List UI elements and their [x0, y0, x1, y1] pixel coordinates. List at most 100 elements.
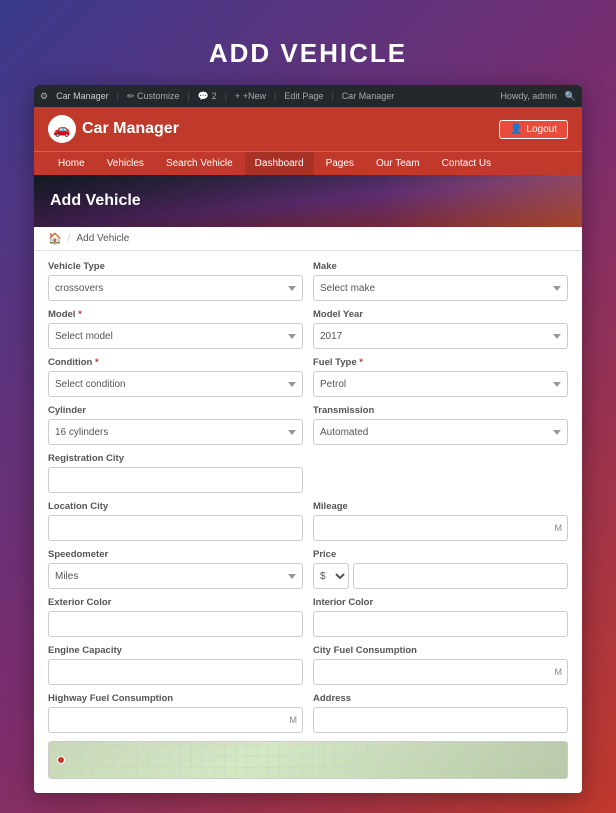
- site-logo: 🚗 Car Manager: [48, 115, 179, 143]
- speedometer-label: Speedometer: [48, 549, 303, 560]
- fuel-type-group: Fuel Type * Petrol: [313, 357, 568, 397]
- admin-bar-editpage[interactable]: Edit Page: [284, 91, 323, 101]
- highway-fuel-label: Highway Fuel Consumption: [48, 693, 303, 704]
- admin-bar-search-icon[interactable]: 🔍: [565, 91, 576, 102]
- map-placeholder: [48, 741, 568, 779]
- admin-bar-comments[interactable]: 💬 2: [198, 91, 217, 102]
- cylinder-group: Cylinder 16 cylinders: [48, 405, 303, 445]
- site-navigation: Home Vehicles Search Vehicle Dashboard P…: [34, 151, 582, 175]
- logout-button[interactable]: 👤 Logout: [499, 120, 568, 139]
- admin-bar-carmanager[interactable]: Car Manager: [342, 91, 395, 101]
- hero-banner: Add Vehicle: [34, 175, 582, 227]
- fuel-type-select[interactable]: Petrol: [313, 371, 568, 397]
- price-input[interactable]: [353, 563, 568, 589]
- mileage-input-wrapper: M: [313, 515, 568, 541]
- city-fuel-input[interactable]: [313, 659, 568, 685]
- vehicle-type-select[interactable]: crossovers: [48, 275, 303, 301]
- location-city-label: Location City: [48, 501, 303, 512]
- vehicle-type-label: Vehicle Type: [48, 261, 303, 272]
- cylinder-select[interactable]: 16 cylinders: [48, 419, 303, 445]
- exterior-color-label: Exterior Color: [48, 597, 303, 608]
- form-row-4: Cylinder 16 cylinders Transmission Autom…: [48, 405, 568, 445]
- admin-bar-site[interactable]: Car Manager: [56, 91, 109, 101]
- address-label: Address: [313, 693, 568, 704]
- interior-color-label: Interior Color: [313, 597, 568, 608]
- highway-fuel-input[interactable]: [48, 707, 303, 733]
- logo-icon: 🚗: [48, 115, 76, 143]
- admin-bar-customize[interactable]: ✏ Customize: [127, 91, 180, 102]
- nav-contact-us[interactable]: Contact Us: [432, 152, 501, 175]
- nav-pages[interactable]: Pages: [316, 152, 364, 175]
- highway-fuel-input-wrapper: M: [48, 707, 303, 733]
- transmission-select[interactable]: Automated: [313, 419, 568, 445]
- price-label: Price: [313, 549, 568, 560]
- form-row-8: Exterior Color Interior Color: [48, 597, 568, 637]
- exterior-color-input[interactable]: [48, 611, 303, 637]
- vehicle-type-group: Vehicle Type crossovers: [48, 261, 303, 301]
- highway-fuel-group: Highway Fuel Consumption M: [48, 693, 303, 733]
- model-year-select[interactable]: 2017: [313, 323, 568, 349]
- form-row-7: Speedometer Miles Price $: [48, 549, 568, 589]
- admin-bar-sep2: |: [188, 91, 190, 101]
- breadcrumb-current: Add Vehicle: [76, 233, 129, 244]
- form-row-5: Registration City: [48, 453, 568, 493]
- model-label: Model *: [48, 309, 303, 320]
- map-inner: [49, 742, 567, 778]
- page-title: ADD VEHICLE: [0, 38, 616, 69]
- nav-our-team[interactable]: Our Team: [366, 152, 430, 175]
- interior-color-input[interactable]: [313, 611, 568, 637]
- registration-city-input[interactable]: [48, 467, 303, 493]
- location-city-group: Location City: [48, 501, 303, 541]
- form-row-1: Vehicle Type crossovers Make Select make: [48, 261, 568, 301]
- logo-car-icon: 🚗: [53, 121, 70, 138]
- cylinder-label: Cylinder: [48, 405, 303, 416]
- nav-search-vehicle[interactable]: Search Vehicle: [156, 152, 243, 175]
- registration-city-label: Registration City: [48, 453, 303, 464]
- nav-vehicles[interactable]: Vehicles: [97, 152, 154, 175]
- admin-bar-new[interactable]: + +New: [235, 91, 266, 101]
- price-group: Price $: [313, 549, 568, 589]
- form-row-2: Model * Select model Model Year 2017: [48, 309, 568, 349]
- mileage-input[interactable]: [313, 515, 568, 541]
- admin-bar-sep4: |: [274, 91, 276, 101]
- admin-bar-sep5: |: [331, 91, 333, 101]
- form-row-3: Condition * Select condition Fuel Type *…: [48, 357, 568, 397]
- model-year-label: Model Year: [313, 309, 568, 320]
- make-select[interactable]: Select make: [313, 275, 568, 301]
- city-fuel-input-wrapper: M: [313, 659, 568, 685]
- breadcrumb-home-icon[interactable]: 🏠: [48, 232, 62, 245]
- address-input[interactable]: [313, 707, 568, 733]
- site-header: 🚗 Car Manager 👤 Logout: [34, 107, 582, 151]
- fuel-type-label: Fuel Type *: [313, 357, 568, 368]
- nav-dashboard[interactable]: Dashboard: [245, 152, 314, 175]
- transmission-group: Transmission Automated: [313, 405, 568, 445]
- speedometer-select[interactable]: Miles: [48, 563, 303, 589]
- wp-icon: ⚙: [40, 91, 48, 102]
- city-fuel-label: City Fuel Consumption: [313, 645, 568, 656]
- model-year-group: Model Year 2017: [313, 309, 568, 349]
- exterior-color-group: Exterior Color: [48, 597, 303, 637]
- breadcrumb: 🏠 / Add Vehicle: [34, 227, 582, 251]
- model-group: Model * Select model: [48, 309, 303, 349]
- mileage-label: Mileage: [313, 501, 568, 512]
- condition-select[interactable]: Select condition: [48, 371, 303, 397]
- nav-home[interactable]: Home: [48, 152, 95, 175]
- speedometer-group: Speedometer Miles: [48, 549, 303, 589]
- registration-city-group: Registration City: [48, 453, 303, 493]
- city-fuel-group: City Fuel Consumption M: [313, 645, 568, 685]
- browser-window: ⚙ Car Manager | ✏ Customize | 💬 2 | + +N…: [34, 85, 582, 793]
- map-pin-icon: [57, 756, 65, 764]
- location-city-input[interactable]: [48, 515, 303, 541]
- make-label: Make: [313, 261, 568, 272]
- model-select[interactable]: Select model: [48, 323, 303, 349]
- interior-color-group: Interior Color: [313, 597, 568, 637]
- add-vehicle-form: Vehicle Type crossovers Make Select make…: [34, 251, 582, 793]
- condition-label: Condition *: [48, 357, 303, 368]
- condition-group: Condition * Select condition: [48, 357, 303, 397]
- price-currency-select[interactable]: $: [313, 563, 349, 589]
- page-title-section: ADD VEHICLE: [0, 20, 616, 85]
- wp-admin-bar: ⚙ Car Manager | ✏ Customize | 💬 2 | + +N…: [34, 85, 582, 107]
- site-name: Car Manager: [82, 120, 179, 138]
- engine-capacity-input[interactable]: [48, 659, 303, 685]
- admin-bar-howdy: Howdy, admin: [500, 91, 556, 101]
